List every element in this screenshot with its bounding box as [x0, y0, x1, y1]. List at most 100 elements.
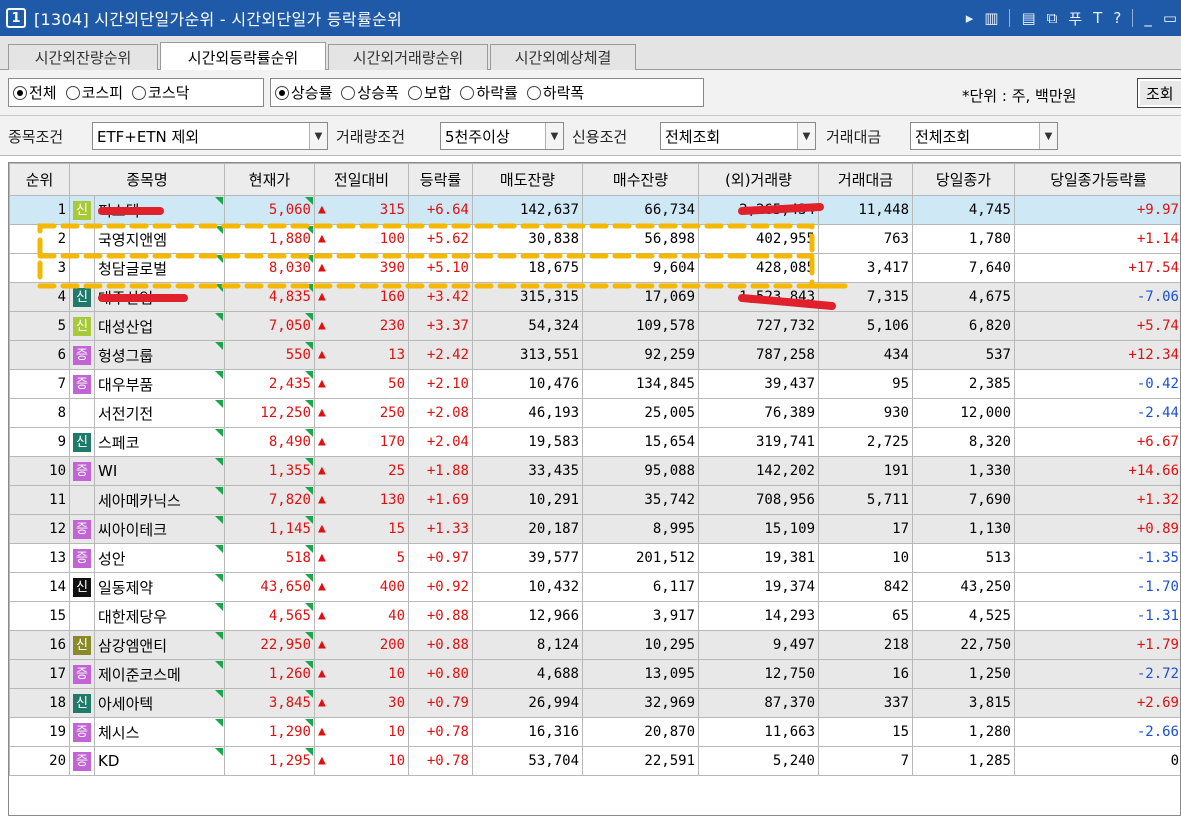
- up-triangle-icon: ▲: [318, 666, 326, 681]
- volume-condition-select[interactable]: 5천주이상 ▼: [440, 122, 564, 150]
- cell-stock-name-text[interactable]: 퍼스텍: [98, 202, 139, 220]
- cell-stock-name-text[interactable]: 청담글로벌: [98, 260, 167, 278]
- cell-stock-name-text[interactable]: 아세아텍: [98, 695, 153, 713]
- table-row[interactable]: 6 증 헝셩그룹 550 ▲ 13 +2.42 313,551 92,259 787,258 434…: [9, 340, 1180, 370]
- help-icon[interactable]: ?: [1113, 9, 1121, 27]
- query-button[interactable]: 조회: [1137, 78, 1181, 108]
- col-header-change[interactable]: 전일대비: [314, 163, 409, 196]
- col-header-price[interactable]: 현재가: [224, 163, 315, 196]
- table-row[interactable]: 20 증 KD 1,295 ▲ 10 +0.78 53,704 22,591 5,240 7 1,28…: [9, 746, 1180, 776]
- table-row[interactable]: 5 신 대성산업 7,050 ▲ 230 +3.37 54,324 109,578 727,732…: [9, 311, 1180, 341]
- cell-close-rate: -1.70: [1014, 572, 1180, 602]
- cell-stock-name-text[interactable]: 일동제약: [98, 579, 153, 597]
- table-row[interactable]: 2 국영지앤엠 1,880 ▲ 100 +5.62 30,838 56,898 402,955 7…: [9, 224, 1180, 254]
- table-row[interactable]: 18 신 아세아텍 3,845 ▲ 30 +0.79 26,994 32,969 87,370 33…: [9, 688, 1180, 718]
- table-row[interactable]: 11 세아메카닉스 7,820 ▲ 130 +1.69 10,291 35,742 708,95…: [9, 485, 1180, 515]
- expand-arrow-icon[interactable]: ▸: [966, 9, 974, 27]
- table-row[interactable]: 17 증 제이준코스메 1,260 ▲ 10 +0.80 4,688 13,095 12,750 1…: [9, 659, 1180, 689]
- window-layout-icon[interactable]: ▤: [1021, 9, 1035, 27]
- cell-badge: 신: [69, 630, 95, 660]
- radio-flat[interactable]: 보합: [407, 82, 451, 103]
- corner-marker-icon: [215, 632, 223, 640]
- cell-stock-name-text[interactable]: 대주산업: [98, 289, 153, 307]
- cell-stock-name-text[interactable]: 대성산업: [98, 318, 153, 336]
- table-row[interactable]: 7 증 대우부품 2,435 ▲ 50 +2.10 10,476 134,845 39,437 95…: [9, 369, 1180, 399]
- table-row[interactable]: 3 청담글로벌 8,030 ▲ 390 +5.10 18,675 9,604 428,085 3,…: [9, 253, 1180, 283]
- table-row[interactable]: 4 신 대주산업 4,835 ▲ 160 +3.42 315,315 17,069 1,523,8…: [9, 282, 1180, 312]
- col-header-close-rate[interactable]: 당일종가등락률: [1014, 163, 1180, 196]
- cell-amount: 842: [818, 572, 913, 602]
- pin-icon[interactable]: 푸: [1068, 8, 1082, 29]
- cell-badge: 신: [69, 282, 95, 312]
- col-header-amount[interactable]: 거래대금: [818, 163, 913, 196]
- cell-stock-name-text[interactable]: KD: [98, 752, 119, 770]
- cell-rate-text: +2.10: [426, 376, 469, 392]
- corner-marker-icon: [215, 429, 223, 437]
- table-row[interactable]: 1 신 퍼스텍 5,060 ▲ 315 +6.64 142,637 66,734 2,265,43…: [9, 195, 1180, 225]
- cell-bid-text: 92,259: [644, 347, 695, 363]
- radio-fall-amount[interactable]: 하락폭: [526, 82, 584, 103]
- col-header-close[interactable]: 당일종가: [912, 163, 1015, 196]
- cell-stock-name-text[interactable]: 서전기전: [98, 405, 153, 423]
- tab-afterhours-expected[interactable]: 시간외예상체결: [490, 44, 636, 70]
- cell-stock-name-text[interactable]: 대우부품: [98, 376, 153, 394]
- font-size-icon[interactable]: T: [1093, 9, 1102, 27]
- table-row[interactable]: 19 증 체시스 1,290 ▲ 10 +0.78 16,316 20,870 11,663 15 1…: [9, 717, 1180, 747]
- trade-amount-select[interactable]: 전체조회 ▼: [910, 122, 1058, 150]
- tab-afterhours-remaining[interactable]: 시간외잔량순위: [8, 44, 158, 70]
- cell-volume-text: 87,370: [764, 695, 815, 711]
- col-header-volume[interactable]: (외)거래량: [698, 163, 819, 196]
- table-row[interactable]: 14 신 일동제약 43,650 ▲ 400 +0.92 10,432 6,117 19,374 8…: [9, 572, 1180, 602]
- table-row[interactable]: 10 증 WI 1,355 ▲ 25 +1.88 33,435 95,088 142,202 191…: [9, 456, 1180, 486]
- table-row[interactable]: 12 증 씨아이테크 1,145 ▲ 15 +1.33 20,187 8,995 15,109 17…: [9, 514, 1180, 544]
- col-header-name[interactable]: 종목명: [69, 163, 225, 196]
- chevron-down-icon[interactable]: ▼: [545, 123, 563, 149]
- credit-condition-select[interactable]: 전체조회 ▼: [660, 122, 816, 150]
- col-header-bid[interactable]: 매수잔량: [582, 163, 699, 196]
- col-header-rank[interactable]: 순위: [9, 163, 70, 196]
- cell-stock-name-text[interactable]: WI: [98, 462, 117, 480]
- minimize-icon[interactable]: _: [1144, 9, 1152, 27]
- chevron-down-icon[interactable]: ▼: [797, 123, 815, 149]
- radio-fall-rate[interactable]: 하락률: [460, 82, 518, 103]
- radio-kosdaq[interactable]: 코스닥: [132, 82, 189, 103]
- table-row[interactable]: 15 대한제당우 4,565 ▲ 40 +0.88 12,966 3,917 14,293 65 4…: [9, 601, 1180, 631]
- tab-afterhours-change-rate[interactable]: 시간외등락률순위: [160, 42, 326, 71]
- tab-afterhours-volume[interactable]: 시간외거래량순위: [328, 44, 488, 70]
- cell-amount-text: 5,711: [866, 492, 909, 508]
- chevron-down-icon[interactable]: ▼: [309, 123, 327, 149]
- new-window-icon[interactable]: ⧉: [1047, 9, 1058, 27]
- maximize-icon[interactable]: ▭: [1163, 9, 1177, 27]
- cell-stock-name-text[interactable]: 대한제당우: [98, 608, 167, 626]
- cell-rank-text: 1: [57, 202, 66, 218]
- cell-stock-name-text[interactable]: 스페코: [98, 434, 139, 452]
- table-row[interactable]: 8 서전기전 12,250 ▲ 250 +2.08 46,193 25,005 76,389 93…: [9, 398, 1180, 428]
- cell-stock-name-text[interactable]: 세아메카닉스: [98, 492, 181, 510]
- radio-rise-amount[interactable]: 상승폭: [341, 82, 399, 103]
- table-row[interactable]: 16 신 삼강엠앤티 22,950 ▲ 200 +0.88 8,124 10,295 9,497 2…: [9, 630, 1180, 660]
- cell-stock-name-text[interactable]: 헝셩그룹: [98, 347, 153, 365]
- cell-stock-name-text[interactable]: 체시스: [98, 724, 139, 742]
- col-header-ask[interactable]: 매도잔량: [472, 163, 583, 196]
- radio-all[interactable]: 전체: [13, 82, 57, 103]
- radio-label: 상승률: [291, 84, 333, 102]
- cell-stock-name-text[interactable]: 국영지앤엠: [98, 231, 167, 249]
- table-row[interactable]: 13 증 성안 518 ▲ 5 +0.97 39,577 201,512 19,381 10 513-…: [9, 543, 1180, 573]
- grid-view-icon[interactable]: ▥: [984, 9, 998, 27]
- cell-rate: +0.88: [408, 630, 473, 660]
- cell-close-rate: +5.74: [1014, 311, 1180, 341]
- col-header-rate[interactable]: 등락률: [408, 163, 473, 196]
- radio-rise-rate[interactable]: 상승률: [275, 82, 332, 103]
- cell-amount-text: 10: [892, 550, 909, 566]
- cell-stock-name-text[interactable]: 성안: [98, 550, 126, 568]
- cell-stock-name-text[interactable]: 삼강엠앤티: [98, 637, 167, 655]
- cell-stock-name-text[interactable]: 제이준코스메: [98, 666, 181, 684]
- radio-kospi[interactable]: 코스피: [65, 82, 123, 103]
- stock-condition-select[interactable]: ETF+ETN 제외 ▼: [92, 122, 328, 150]
- cell-stock-name-text[interactable]: 씨아이테크: [98, 521, 167, 539]
- cell-close: 1,280: [912, 717, 1015, 747]
- table-row[interactable]: 9 신 스페코 8,490 ▲ 170 +2.04 19,583 15,654 319,741 2,…: [9, 427, 1180, 457]
- toolbar-divider: [1132, 9, 1134, 27]
- chevron-down-icon[interactable]: ▼: [1039, 123, 1057, 149]
- corner-marker-icon: [305, 574, 313, 582]
